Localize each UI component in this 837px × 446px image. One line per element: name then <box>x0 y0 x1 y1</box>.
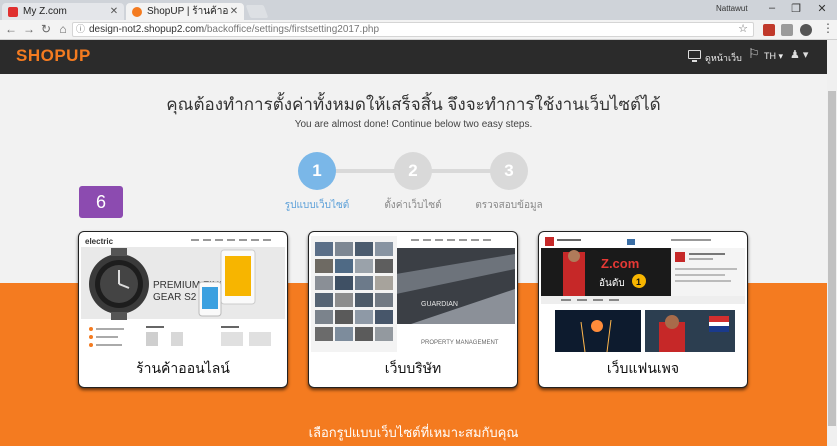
close-window-icon[interactable]: ✕ <box>812 2 832 15</box>
step-1-circle: 1 <box>298 152 336 190</box>
flag-icon[interactable]: ⚐ <box>748 46 760 62</box>
online-shop-preview-graphic: electric PREMIUM FINISHI GEAR S2 DIA <box>81 234 285 352</box>
fanpage-preview-graphic: Z.com อันดับ 1 <box>541 234 745 352</box>
fanpage-rank-number: 1 <box>636 277 641 287</box>
step-2-label: ตั้งค่าเว็บไซต์ <box>384 200 442 211</box>
app-header: SHOPUP ดูหน้าเว็บ ⚐ TH ▾ ♟ ▾ <box>0 40 827 74</box>
pdf-extension-icon[interactable] <box>763 24 775 36</box>
company-preview: GUARDIAN PROPERTY MANAGEMENT <box>311 234 515 352</box>
company-preview-graphic: GUARDIAN PROPERTY MANAGEMENT <box>311 234 515 352</box>
bottom-instruction: เลือกรูปแบบเว็บไซต์ที่เหมาะสมกับคุณ <box>308 425 519 440</box>
page-subtitle: You are almost done! Continue below two … <box>294 119 533 130</box>
template-card-company[interactable]: GUARDIAN PROPERTY MANAGEMENT เว็บบริษัท <box>308 231 518 388</box>
page-scrollbar[interactable] <box>827 40 837 446</box>
shopup-logo[interactable]: SHOPUP <box>16 46 91 66</box>
template-card-online-shop[interactable]: electric PREMIUM FINISHI GEAR S2 DIA ร้า… <box>78 231 288 388</box>
browser-menu-icon[interactable]: ⋮ <box>822 21 834 35</box>
shop-brand-text: electric <box>85 237 114 246</box>
browser-toolbar: ← → ↻ ⌂ ⓘ design-not2.shopup2.com/backof… <box>0 20 837 40</box>
camera-extension-icon[interactable] <box>781 24 793 36</box>
monitor-icon[interactable] <box>688 50 701 62</box>
site-info-icon[interactable]: ⓘ <box>76 23 85 36</box>
online-shop-preview: electric PREMIUM FINISHI GEAR S2 DIA <box>81 234 285 352</box>
browser-tab-strip: My Z.com ✕ ShopUP | ร้านค้าออนไลน์ครบ ✕ … <box>0 0 837 20</box>
bookmark-star-icon[interactable]: ☆ <box>738 23 748 36</box>
url-bar[interactable]: ⓘ design-not2.shopup2.com/backoffice/set… <box>72 22 754 37</box>
extension-icon[interactable] <box>800 24 812 36</box>
shopup-favicon-icon <box>132 6 142 17</box>
forward-icon[interactable]: → <box>22 22 36 36</box>
zcom-favicon-icon <box>8 6 18 17</box>
fanpage-brand-text: Z.com <box>601 256 639 271</box>
step-2-circle: 2 <box>394 152 432 190</box>
close-tab-icon[interactable]: ✕ <box>228 6 240 17</box>
view-site-link[interactable]: ดูหน้าเว็บ <box>705 51 742 65</box>
card-caption: เว็บแฟนเพจ <box>606 360 680 376</box>
restore-icon[interactable]: ❐ <box>786 2 806 15</box>
tab-title: ShopUP | ร้านค้าออนไลน์ครบ <box>147 6 228 17</box>
company-brand-text: GUARDIAN <box>421 301 458 308</box>
step-3-circle: 3 <box>490 152 528 190</box>
language-label: TH <box>764 51 776 61</box>
step-1-label: รูปแบบเว็บไซต์ <box>284 200 350 211</box>
company-tagline-text: PROPERTY MANAGEMENT <box>421 340 499 346</box>
card-caption: ร้านค้าออนไลน์ <box>136 360 230 376</box>
back-icon[interactable]: ← <box>4 22 18 36</box>
user-menu-icon[interactable]: ♟ ▾ <box>790 48 808 61</box>
fanpage-promo-text: อันดับ <box>599 278 625 289</box>
annotation-badge: 6 <box>79 186 123 218</box>
page-title: คุณต้องทำการตั้งค่าทั้งหมดให้เสร็จสิ้น จ… <box>166 95 661 114</box>
template-card-fanpage[interactable]: Z.com อันดับ 1 เว็บแฟนเพจ <box>538 231 748 388</box>
scrollbar-thumb[interactable] <box>828 91 836 426</box>
new-tab-button[interactable] <box>245 5 269 18</box>
tab-my-zcom[interactable]: My Z.com ✕ <box>2 3 124 20</box>
tab-title: My Z.com <box>23 6 67 17</box>
card-caption: เว็บบริษัท <box>384 360 442 376</box>
fanpage-preview: Z.com อันดับ 1 <box>541 234 745 352</box>
url-host: design-not2.shopup2.com <box>89 24 205 35</box>
step-3-label: ตรวจสอบข้อมูล <box>475 200 543 211</box>
language-dropdown[interactable]: TH ▾ <box>764 51 783 62</box>
home-icon[interactable]: ⌂ <box>56 22 70 36</box>
tab-shopup[interactable]: ShopUP | ร้านค้าออนไลน์ครบ ✕ <box>126 3 244 20</box>
close-tab-icon[interactable]: ✕ <box>108 6 120 17</box>
reload-icon[interactable]: ↻ <box>39 22 53 36</box>
profile-name[interactable]: Nattawut <box>716 4 748 13</box>
minimize-icon[interactable]: – <box>762 2 782 14</box>
url-path: /backoffice/settings/firstsetting2017.ph… <box>204 24 379 35</box>
